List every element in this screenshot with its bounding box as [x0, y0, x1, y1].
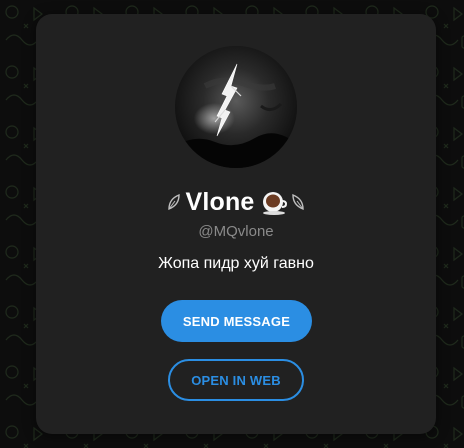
profile-username: @MQvlone	[198, 223, 274, 240]
profile-title: Vlone	[36, 184, 436, 220]
profile-bio: Жопа пидр хуй гавно	[158, 255, 314, 272]
profile-name: Vlone	[185, 187, 255, 216]
coffee-cup-icon	[262, 192, 287, 215]
open-in-web-button[interactable]: OPEN IN WEB	[168, 359, 304, 401]
profile-card: Vlone @MQvlone Жопа пидр хуй гавно SEND …	[36, 14, 436, 434]
lightning-photo-icon	[175, 46, 297, 168]
send-message-button[interactable]: SEND MESSAGE	[161, 300, 312, 342]
avatar	[175, 46, 297, 168]
leaf-icon	[291, 193, 304, 211]
leaf-icon	[168, 193, 181, 211]
